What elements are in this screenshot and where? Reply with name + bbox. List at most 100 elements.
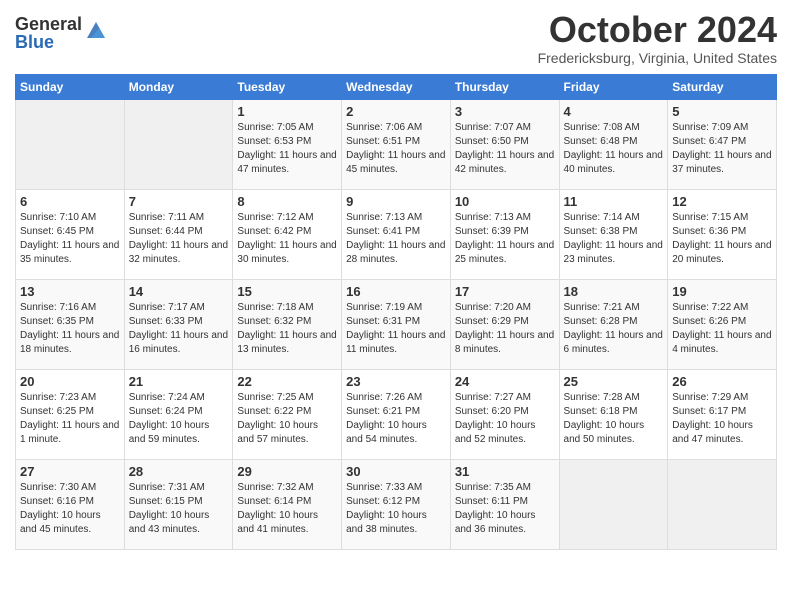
day-number: 13 [20,284,120,299]
col-wednesday: Wednesday [342,74,451,99]
day-number: 24 [455,374,555,389]
day-cell: 25 Sunrise: 7:28 AM Sunset: 6:18 PM Dayli… [559,369,668,459]
calendar-body: 1 Sunrise: 7:05 AM Sunset: 6:53 PM Daylig… [16,99,777,549]
day-info: Sunrise: 7:32 AM Sunset: 6:14 PM Dayligh… [237,481,337,537]
week-row-3: 13 Sunrise: 7:16 AM Sunset: 6:35 PM Dayli… [16,279,777,369]
day-number: 12 [672,194,772,209]
day-cell: 11 Sunrise: 7:14 AM Sunset: 6:38 PM Dayli… [559,189,668,279]
day-info: Sunrise: 7:10 AM Sunset: 6:45 PM Dayligh… [20,211,120,267]
day-cell: 4Sunrise: 7:08 AM Sunset: 6:48 PM Daylig… [559,99,668,189]
day-info: Sunrise: 7:13 AM Sunset: 6:39 PM Dayligh… [455,211,555,267]
day-number: 14 [129,284,229,299]
day-info: Sunrise: 7:33 AM Sunset: 6:12 PM Dayligh… [346,481,446,537]
day-number: 25 [564,374,664,389]
day-info: Sunrise: 7:14 AM Sunset: 6:38 PM Dayligh… [564,211,664,267]
day-number: 18 [564,284,664,299]
day-cell: 12 Sunrise: 7:15 AM Sunset: 6:36 PM Dayli… [668,189,777,279]
day-cell: 23 Sunrise: 7:26 AM Sunset: 6:21 PM Dayli… [342,369,451,459]
day-info: Sunrise: 7:26 AM Sunset: 6:21 PM Dayligh… [346,391,446,447]
calendar-table: Sunday Monday Tuesday Wednesday Thursday… [15,74,777,550]
day-number: 11 [564,194,664,209]
col-sunday: Sunday [16,74,125,99]
day-cell: 26Sunrise: 7:29 AM Sunset: 6:17 PM Dayli… [668,369,777,459]
logo-icon [85,20,107,42]
day-number: 27 [20,464,120,479]
day-cell [124,99,233,189]
day-cell: 6 Sunrise: 7:10 AM Sunset: 6:45 PM Daylig… [16,189,125,279]
calendar-header: Sunday Monday Tuesday Wednesday Thursday… [16,74,777,99]
page-header: General Blue October 2024 Fredericksburg… [15,10,777,66]
col-monday: Monday [124,74,233,99]
day-cell: 22Sunrise: 7:25 AM Sunset: 6:22 PM Dayli… [233,369,342,459]
day-cell: 21 Sunrise: 7:24 AM Sunset: 6:24 PM Dayli… [124,369,233,459]
day-cell: 24Sunrise: 7:27 AM Sunset: 6:20 PM Dayli… [450,369,559,459]
day-cell: 31Sunrise: 7:35 AM Sunset: 6:11 PM Dayli… [450,459,559,549]
day-info: Sunrise: 7:08 AM Sunset: 6:48 PM Dayligh… [564,121,664,177]
day-cell: 16 Sunrise: 7:19 AM Sunset: 6:31 PM Dayli… [342,279,451,369]
day-info: Sunrise: 7:12 AM Sunset: 6:42 PM Dayligh… [237,211,337,267]
day-number: 15 [237,284,337,299]
day-number: 22 [237,374,337,389]
day-number: 1 [237,104,337,119]
day-number: 6 [20,194,120,209]
col-friday: Friday [559,74,668,99]
day-info: Sunrise: 7:22 AM Sunset: 6:26 PM Dayligh… [672,301,772,357]
day-info: Sunrise: 7:28 AM Sunset: 6:18 PM Dayligh… [564,391,664,447]
week-row-1: 1 Sunrise: 7:05 AM Sunset: 6:53 PM Daylig… [16,99,777,189]
week-row-5: 27Sunrise: 7:30 AM Sunset: 6:16 PM Dayli… [16,459,777,549]
calendar-page: General Blue October 2024 Fredericksburg… [0,0,792,565]
day-number: 29 [237,464,337,479]
day-number: 26 [672,374,772,389]
day-cell: 10 Sunrise: 7:13 AM Sunset: 6:39 PM Dayli… [450,189,559,279]
day-number: 16 [346,284,446,299]
day-cell: 13 Sunrise: 7:16 AM Sunset: 6:35 PM Dayli… [16,279,125,369]
day-info: Sunrise: 7:35 AM Sunset: 6:11 PM Dayligh… [455,481,555,537]
day-info: Sunrise: 7:23 AM Sunset: 6:25 PM Dayligh… [20,391,120,447]
day-info: Sunrise: 7:16 AM Sunset: 6:35 PM Dayligh… [20,301,120,357]
day-cell [559,459,668,549]
title-block: October 2024 Fredericksburg, Virginia, U… [538,10,777,66]
day-cell: 29 Sunrise: 7:32 AM Sunset: 6:14 PM Dayli… [233,459,342,549]
day-number: 8 [237,194,337,209]
day-number: 10 [455,194,555,209]
day-info: Sunrise: 7:05 AM Sunset: 6:53 PM Dayligh… [237,121,337,177]
day-number: 21 [129,374,229,389]
day-cell: 9Sunrise: 7:13 AM Sunset: 6:41 PM Daylig… [342,189,451,279]
day-info: Sunrise: 7:17 AM Sunset: 6:33 PM Dayligh… [129,301,229,357]
week-row-4: 20 Sunrise: 7:23 AM Sunset: 6:25 PM Dayli… [16,369,777,459]
day-number: 28 [129,464,229,479]
day-info: Sunrise: 7:11 AM Sunset: 6:44 PM Dayligh… [129,211,229,267]
day-info: Sunrise: 7:31 AM Sunset: 6:15 PM Dayligh… [129,481,229,537]
day-number: 23 [346,374,446,389]
logo: General Blue [15,15,107,51]
day-info: Sunrise: 7:20 AM Sunset: 6:29 PM Dayligh… [455,301,555,357]
day-info: Sunrise: 7:09 AM Sunset: 6:47 PM Dayligh… [672,121,772,177]
day-info: Sunrise: 7:19 AM Sunset: 6:31 PM Dayligh… [346,301,446,357]
month-title: October 2024 [538,10,777,50]
day-info: Sunrise: 7:15 AM Sunset: 6:36 PM Dayligh… [672,211,772,267]
day-info: Sunrise: 7:06 AM Sunset: 6:51 PM Dayligh… [346,121,446,177]
day-cell: 8 Sunrise: 7:12 AM Sunset: 6:42 PM Daylig… [233,189,342,279]
day-cell: 20 Sunrise: 7:23 AM Sunset: 6:25 PM Dayli… [16,369,125,459]
day-cell: 3Sunrise: 7:07 AM Sunset: 6:50 PM Daylig… [450,99,559,189]
day-number: 20 [20,374,120,389]
day-number: 19 [672,284,772,299]
day-cell: 7 Sunrise: 7:11 AM Sunset: 6:44 PM Daylig… [124,189,233,279]
day-info: Sunrise: 7:24 AM Sunset: 6:24 PM Dayligh… [129,391,229,447]
day-info: Sunrise: 7:13 AM Sunset: 6:41 PM Dayligh… [346,211,446,267]
header-row: Sunday Monday Tuesday Wednesday Thursday… [16,74,777,99]
location: Fredericksburg, Virginia, United States [538,50,777,66]
day-cell: 5 Sunrise: 7:09 AM Sunset: 6:47 PM Daylig… [668,99,777,189]
day-number: 7 [129,194,229,209]
day-number: 30 [346,464,446,479]
day-cell: 27Sunrise: 7:30 AM Sunset: 6:16 PM Dayli… [16,459,125,549]
logo-blue: Blue [15,33,82,51]
day-cell: 30 Sunrise: 7:33 AM Sunset: 6:12 PM Dayli… [342,459,451,549]
day-cell: 28 Sunrise: 7:31 AM Sunset: 6:15 PM Dayli… [124,459,233,549]
day-cell: 18Sunrise: 7:21 AM Sunset: 6:28 PM Dayli… [559,279,668,369]
col-tuesday: Tuesday [233,74,342,99]
day-cell: 15Sunrise: 7:18 AM Sunset: 6:32 PM Dayli… [233,279,342,369]
day-number: 5 [672,104,772,119]
col-thursday: Thursday [450,74,559,99]
day-cell: 17Sunrise: 7:20 AM Sunset: 6:29 PM Dayli… [450,279,559,369]
